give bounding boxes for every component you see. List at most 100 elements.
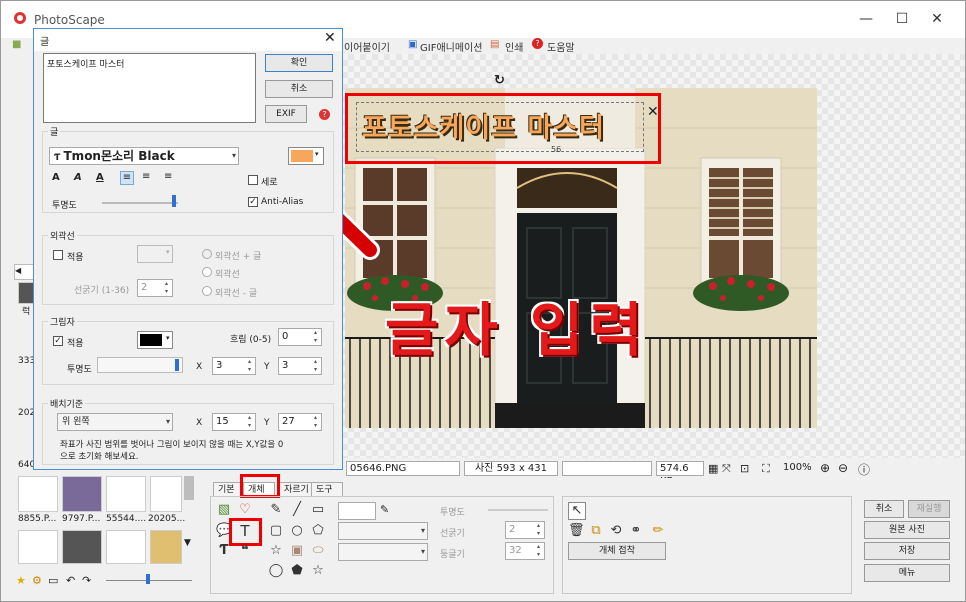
rotate-object-icon[interactable]: ⟲ bbox=[608, 523, 624, 539]
antialias-checkbox[interactable]: ✓ bbox=[248, 197, 258, 207]
vertical-text-checkbox[interactable] bbox=[248, 175, 258, 185]
checker-icon[interactable]: ▦ bbox=[708, 462, 718, 475]
fit-icon[interactable]: ⤧ bbox=[722, 462, 731, 476]
shadow-apply-checkbox[interactable]: ✓ bbox=[53, 336, 63, 346]
arrow-style-select[interactable]: ▾ bbox=[338, 543, 428, 561]
outline-minus-text-radio[interactable] bbox=[202, 286, 212, 296]
file-pane-scrollbar[interactable] bbox=[184, 476, 194, 500]
file-thumb[interactable] bbox=[150, 476, 182, 512]
info-icon[interactable]: ⓘ bbox=[858, 461, 870, 478]
outline-apply-checkbox[interactable] bbox=[53, 250, 63, 260]
actual-size-icon[interactable]: ⊡ bbox=[740, 462, 749, 475]
folder-icon[interactable]: ▭ bbox=[48, 574, 58, 587]
file-thumb[interactable] bbox=[62, 530, 102, 564]
outline-color-picker[interactable]: ▾ bbox=[137, 245, 173, 263]
file-thumb[interactable] bbox=[150, 530, 182, 564]
rounded-rect-icon[interactable]: ▢ bbox=[268, 523, 284, 539]
align-right-icon[interactable]: ≡ bbox=[164, 171, 172, 182]
select-cursor-icon[interactable]: ↖ bbox=[568, 502, 586, 520]
heart-icon[interactable]: ♡ bbox=[237, 502, 253, 518]
text-content-input[interactable]: 포토스케이프 마스터 bbox=[43, 53, 256, 123]
object-opacity-slider[interactable] bbox=[488, 509, 548, 511]
text-object-delete-icon[interactable]: ✕ bbox=[647, 104, 659, 120]
back-icon[interactable]: ↶ bbox=[66, 574, 75, 587]
zoom-out-icon[interactable]: ⊖ bbox=[838, 461, 848, 475]
fullscreen-icon[interactable]: ⛶ bbox=[762, 462, 770, 476]
shadow-color-picker[interactable]: ▾ bbox=[137, 331, 173, 349]
menu-button[interactable]: 메뉴 bbox=[864, 564, 950, 582]
line-icon[interactable]: ╱ bbox=[289, 502, 305, 518]
font-color-picker[interactable]: ▾ bbox=[288, 147, 324, 165]
file-thumb[interactable] bbox=[18, 476, 58, 512]
italic-icon[interactable]: A bbox=[74, 172, 82, 183]
delete-object-icon[interactable]: 🗑 bbox=[568, 523, 585, 539]
font-opacity-slider[interactable] bbox=[102, 202, 178, 204]
object-line-width-input[interactable]: 2 bbox=[505, 521, 545, 539]
file-thumb[interactable] bbox=[18, 530, 58, 564]
star-icon[interactable]: ☆ bbox=[268, 543, 284, 559]
bold-icon[interactable]: A bbox=[52, 172, 60, 183]
menu-help[interactable]: 도움말 bbox=[547, 39, 575, 54]
cylinder-icon[interactable]: ⬭ bbox=[310, 543, 326, 559]
copy-object-icon[interactable]: ⧉ bbox=[588, 523, 604, 539]
outline-plus-text-radio[interactable] bbox=[202, 249, 212, 259]
outline-only-radio[interactable] bbox=[202, 267, 212, 277]
undo-button[interactable]: 취소 bbox=[864, 500, 904, 518]
shape-pentagon-icon[interactable]: ⬟ bbox=[289, 563, 305, 579]
circle-icon[interactable]: ○ bbox=[289, 523, 305, 539]
ok-button[interactable]: 확인 bbox=[265, 54, 333, 72]
menu-print[interactable]: 인쇄 bbox=[505, 39, 523, 54]
text-style-icon[interactable]: Ƭ bbox=[216, 543, 232, 559]
zoom-in-icon[interactable]: ⊕ bbox=[820, 461, 830, 475]
text-dialog-close-icon[interactable]: ✕ bbox=[324, 30, 336, 46]
position-anchor-select[interactable]: 위 왼쪽 ▾ bbox=[57, 413, 173, 431]
position-y-input[interactable]: 27 bbox=[278, 413, 322, 431]
oval-icon[interactable]: ◯ bbox=[268, 563, 284, 579]
scroll-down-icon[interactable]: ▼ bbox=[184, 538, 191, 548]
favorite-icon[interactable]: ★ bbox=[16, 574, 26, 587]
close-window-icon[interactable]: ✕ bbox=[922, 8, 952, 30]
dialog-help-icon[interactable]: ? bbox=[319, 109, 330, 120]
shape-star-icon[interactable]: ☆ bbox=[310, 563, 326, 579]
position-x-input[interactable]: 15 bbox=[212, 413, 256, 431]
edit-object-icon[interactable]: ✏ bbox=[650, 523, 666, 539]
rectangle-icon[interactable]: ▭ bbox=[310, 502, 326, 518]
shadow-x-input[interactable]: 3 bbox=[212, 357, 256, 375]
cancel-button[interactable]: 취소 bbox=[265, 80, 333, 98]
text-object-content[interactable]: 포토스케이프 마스터 bbox=[362, 106, 605, 145]
underline-icon[interactable]: A bbox=[96, 172, 104, 183]
outline-thickness-input[interactable]: 2 bbox=[137, 279, 173, 297]
file-thumb[interactable] bbox=[62, 476, 102, 512]
object-round-input[interactable]: 32 bbox=[505, 542, 545, 560]
menu-gif[interactable]: GIF애니메이션 bbox=[420, 39, 482, 54]
shadow-opacity-handle[interactable] bbox=[175, 359, 179, 371]
forward-icon[interactable]: ↷ bbox=[82, 574, 91, 587]
shadow-y-input[interactable]: 3 bbox=[278, 357, 322, 375]
color-picker[interactable] bbox=[338, 502, 376, 520]
save-button[interactable]: 저장 bbox=[864, 542, 950, 560]
pentagon-icon[interactable]: ⬠ bbox=[310, 523, 326, 539]
scroll-left-icon[interactable]: ◀ bbox=[14, 264, 35, 280]
quote-icon[interactable]: ❝ bbox=[237, 543, 253, 559]
viewer-icon[interactable]: ■ bbox=[12, 39, 21, 50]
minimize-icon[interactable]: — bbox=[851, 8, 881, 30]
font-opacity-handle[interactable] bbox=[172, 195, 176, 207]
group-object-icon[interactable]: ⚭ bbox=[628, 523, 644, 539]
file-thumb[interactable] bbox=[106, 476, 146, 512]
exif-button[interactable]: EXIF bbox=[265, 105, 307, 123]
shadow-opacity-slider[interactable] bbox=[97, 357, 183, 373]
align-left-icon[interactable]: ≡ bbox=[120, 171, 134, 185]
align-center-icon[interactable]: ≡ bbox=[142, 171, 150, 182]
attach-object-button[interactable]: 개체 접착 bbox=[568, 542, 666, 560]
thumb-size-handle[interactable] bbox=[146, 574, 150, 584]
tab-tools[interactable]: 도구 bbox=[311, 482, 343, 497]
eyedropper-icon[interactable]: ✎ bbox=[380, 503, 389, 516]
rotate-handle-icon[interactable]: ↻ bbox=[494, 73, 505, 88]
maximize-icon[interactable]: ☐ bbox=[887, 8, 917, 30]
image-icon[interactable]: ▧ bbox=[216, 502, 232, 518]
tab-crop[interactable]: 자르기 bbox=[279, 482, 315, 497]
line-style-select[interactable]: ▾ bbox=[338, 522, 428, 540]
file-thumb[interactable] bbox=[106, 530, 146, 564]
original-photo-button[interactable]: 원본 사진 bbox=[864, 521, 950, 539]
box-icon[interactable]: ▣ bbox=[289, 543, 305, 559]
